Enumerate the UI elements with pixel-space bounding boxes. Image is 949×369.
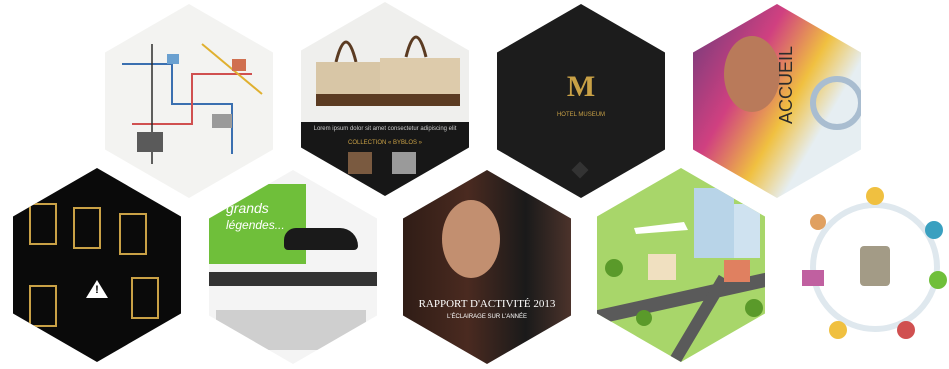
portfolio-tile-city[interactable] bbox=[596, 168, 766, 362]
cycle-diagram bbox=[802, 187, 947, 339]
car-title: grands bbox=[226, 200, 269, 216]
logo-mark: M bbox=[566, 70, 596, 103]
flow-diagram bbox=[29, 203, 159, 327]
nav-bar bbox=[208, 272, 378, 286]
bags-caption: Lorem ipsum dolor sit amet consectetur a… bbox=[313, 126, 457, 132]
portfolio-tile-car[interactable]: grands légendes... bbox=[208, 170, 378, 364]
dial-icon bbox=[810, 76, 862, 130]
warning-icon: ! bbox=[95, 284, 99, 296]
portfolio-tile-rapport[interactable]: RAPPORT D'ACTIVITÉ 2013 L'ÉCLAIRAGE SUR … bbox=[402, 170, 572, 364]
world-map bbox=[216, 310, 366, 350]
portfolio-tile-bags[interactable]: Lorem ipsum dolor sit amet consectetur a… bbox=[300, 2, 470, 196]
portrait-shape bbox=[724, 36, 780, 112]
map-diagram bbox=[122, 43, 263, 164]
rapport-subtitle: L'ÉCLAIRAGE SUR L'ANNÉE bbox=[447, 314, 527, 320]
accueil-label: ACCUEIL bbox=[776, 45, 796, 124]
city-illustration bbox=[596, 188, 766, 362]
portfolio-tile-flow[interactable]: ! bbox=[12, 168, 182, 362]
rapport-title: RAPPORT D'ACTIVITÉ 2013 bbox=[418, 298, 556, 310]
car-subtitle: légendes... bbox=[226, 218, 285, 232]
portfolio-tile-logo[interactable]: M HOTEL MUSEUM bbox=[496, 4, 666, 198]
portfolio-tile-cycle[interactable] bbox=[790, 170, 949, 364]
portfolio-tile-map[interactable] bbox=[104, 4, 274, 198]
bags-image bbox=[316, 35, 460, 174]
portfolio-tile-accueil[interactable]: ACCUEIL bbox=[692, 4, 862, 198]
portrait-shape bbox=[442, 200, 500, 278]
logo-tagline: HOTEL MUSEUM bbox=[556, 112, 606, 118]
bags-subcaption: COLLECTION « BYBLOS » bbox=[347, 140, 423, 146]
car-image bbox=[284, 228, 358, 250]
